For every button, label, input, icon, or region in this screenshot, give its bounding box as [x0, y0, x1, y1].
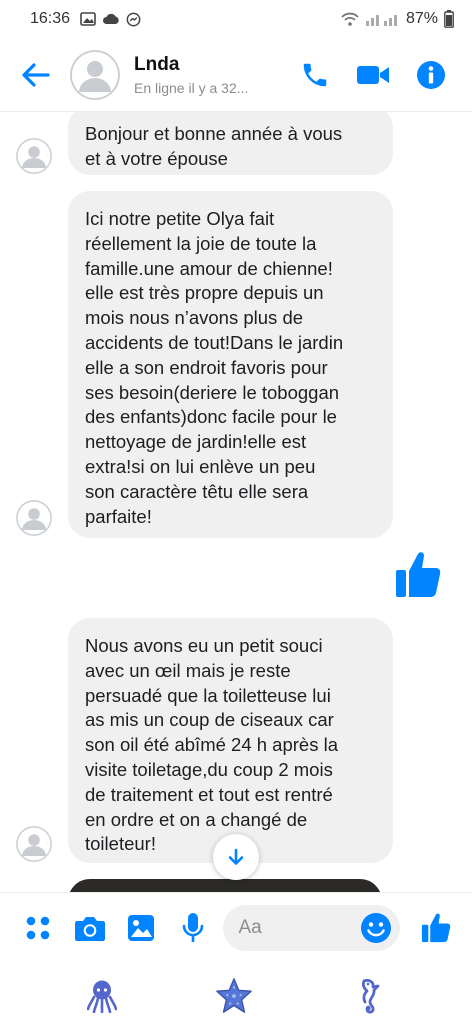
contact-avatar[interactable] [70, 49, 120, 100]
nav-back-button[interactable] [348, 976, 388, 1016]
nav-recent-button[interactable] [82, 976, 122, 1016]
status-time: 16:36 [30, 10, 71, 27]
contact-status: En ligne il y a 32... [134, 79, 249, 96]
contact-name: Lnda [134, 53, 180, 75]
conversation-header: Lnda En ligne il y a 32... [0, 38, 472, 112]
message-list[interactable]: Bonjour et bonne année à vous et à votre… [0, 112, 472, 892]
messenger-icon [126, 12, 141, 26]
status-bar: 16:36 87% [0, 0, 472, 38]
sender-avatar[interactable] [16, 826, 52, 862]
default-avatar-icon [16, 500, 52, 536]
message-bubble-received[interactable]: Bonjour et bonne année à vous et à votre… [68, 112, 393, 175]
default-avatar-icon [16, 826, 52, 862]
sent-like-message[interactable] [394, 550, 442, 605]
image-icon [80, 12, 96, 26]
camera-button[interactable] [74, 912, 106, 944]
back-arrow-icon [22, 62, 50, 87]
more-actions-button[interactable] [22, 912, 54, 944]
contact-info[interactable]: Lnda En ligne il y a 32... [134, 54, 274, 96]
cloud-icon [103, 13, 119, 24]
sender-avatar[interactable] [16, 500, 52, 536]
camera-icon [74, 916, 105, 941]
sender-avatar[interactable] [16, 138, 52, 174]
default-avatar-icon [16, 138, 52, 174]
video-call-icon[interactable] [356, 63, 390, 87]
signal-icon [365, 15, 397, 26]
info-icon[interactable] [416, 60, 446, 90]
smiley-icon [360, 912, 391, 943]
voice-clip-button[interactable] [177, 912, 209, 944]
send-like-button[interactable] [420, 912, 452, 944]
message-composer: Aa [0, 892, 472, 962]
message-bubble-received[interactable]: Nous avons eu un petit souci avec un œil… [68, 618, 393, 863]
system-navigation-bar [0, 962, 472, 1024]
battery-percent: 87% [405, 10, 438, 27]
emoji-button[interactable] [360, 912, 392, 950]
arrow-down-icon [228, 848, 244, 865]
seahorse-icon [361, 978, 380, 1014]
scroll-to-bottom-button[interactable] [213, 834, 259, 880]
four-dots-icon [26, 916, 50, 939]
nav-home-button[interactable] [214, 976, 254, 1016]
battery-icon [444, 10, 454, 28]
wifi-icon [341, 12, 359, 26]
thumbs-up-icon [421, 912, 451, 942]
back-button[interactable] [0, 38, 70, 112]
starfish-icon [216, 978, 252, 1013]
voice-call-icon[interactable] [300, 60, 330, 90]
message-bubble-received[interactable]: Ici notre petite Olya fait réellement la… [68, 191, 393, 538]
gallery-button[interactable] [126, 912, 158, 944]
image-icon [128, 914, 155, 941]
received-image-message[interactable] [68, 879, 382, 892]
microphone-icon [182, 912, 204, 942]
message-input-placeholder: Aa [238, 916, 262, 938]
default-avatar-icon [70, 49, 120, 100]
message-input[interactable]: Aa [222, 904, 400, 951]
thumbs-up-icon [396, 552, 441, 597]
octopus-icon [87, 980, 117, 1013]
